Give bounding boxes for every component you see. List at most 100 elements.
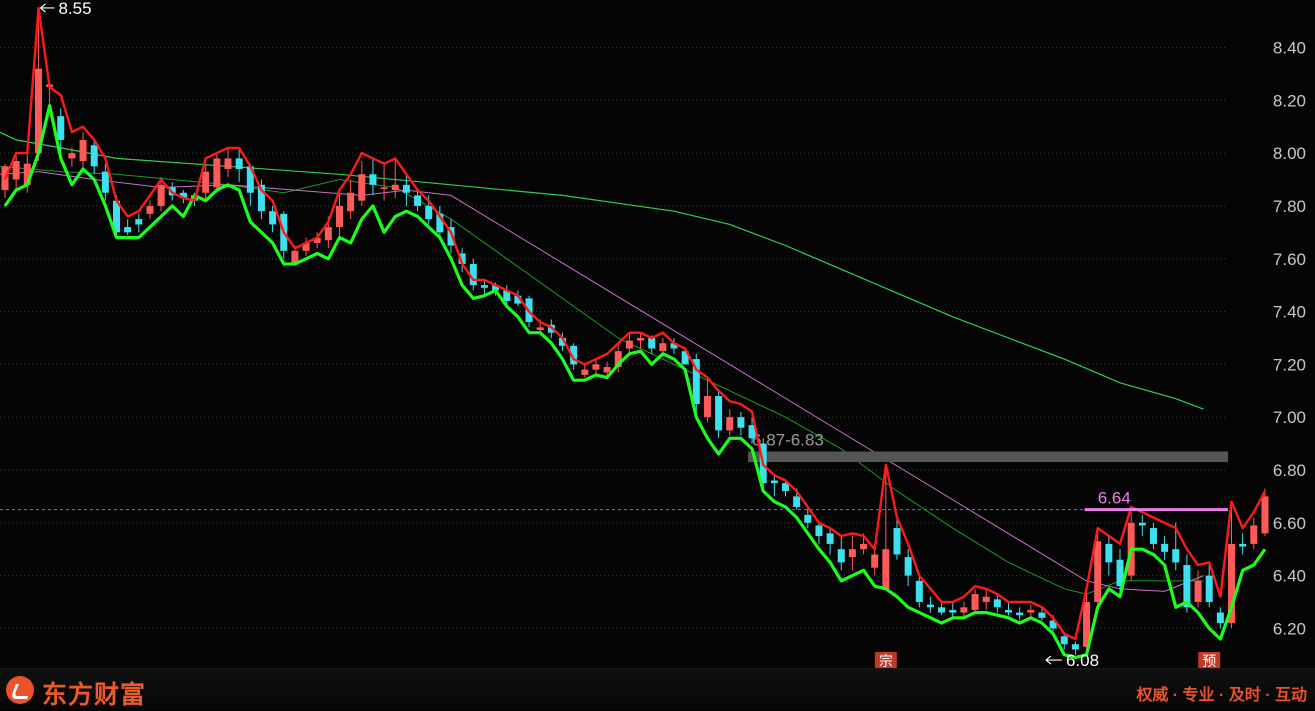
eastmoney-logo-icon bbox=[6, 676, 34, 704]
candle-body bbox=[1138, 522, 1146, 526]
y-tick-label: 7.40 bbox=[1273, 303, 1306, 322]
gridlines bbox=[0, 47, 1228, 629]
high-arrow bbox=[40, 3, 55, 13]
candle-body bbox=[1239, 543, 1247, 547]
event-marker-label: 宗 bbox=[879, 653, 893, 668]
candle-body bbox=[770, 480, 778, 484]
candle-body bbox=[1216, 612, 1224, 624]
pink-level-label: 6.64 bbox=[1098, 489, 1131, 508]
candle-body bbox=[213, 158, 221, 188]
candle-body bbox=[882, 549, 890, 589]
candle-body bbox=[1261, 496, 1269, 534]
candle-body bbox=[124, 227, 132, 233]
candle-body bbox=[625, 340, 633, 349]
low-arrow bbox=[1045, 655, 1062, 665]
candle-body bbox=[592, 364, 600, 370]
candle-body bbox=[1016, 612, 1024, 616]
y-axis: 8.40 8.20 8.00 7.80 7.60 7.40 7.20 7.00 6.80 6.60… bbox=[1273, 39, 1306, 639]
candle-body bbox=[1194, 580, 1202, 602]
candle-body bbox=[726, 417, 734, 431]
candle-body bbox=[1060, 636, 1068, 645]
candle-body bbox=[971, 594, 979, 610]
candle-body bbox=[793, 496, 801, 507]
candle-body bbox=[1250, 525, 1258, 544]
candle-body bbox=[848, 549, 856, 558]
candle-body bbox=[949, 609, 957, 613]
candle-body bbox=[358, 174, 366, 201]
candle-body bbox=[1172, 549, 1180, 563]
candle-body bbox=[837, 549, 845, 563]
candle-body bbox=[224, 158, 232, 169]
candle-body bbox=[347, 192, 355, 212]
candle-body bbox=[79, 139, 87, 162]
candle-body bbox=[603, 367, 611, 373]
ma-long-line bbox=[0, 131, 1204, 410]
candle-body bbox=[904, 557, 912, 576]
candle-body bbox=[1071, 644, 1079, 650]
moving-averages bbox=[0, 131, 1204, 595]
candle-body bbox=[235, 158, 243, 169]
ma-mid-line bbox=[0, 165, 1204, 595]
annotations: 6.64 8.55 6.08 宗 预 bbox=[40, 0, 1228, 668]
y-tick-label: 7.20 bbox=[1273, 355, 1306, 374]
high-label: 8.55 bbox=[58, 0, 91, 18]
brand-name: 东方财富 bbox=[42, 681, 147, 709]
y-tick-label: 6.40 bbox=[1273, 567, 1306, 586]
candle-body bbox=[1005, 609, 1012, 613]
candle-body bbox=[402, 184, 410, 193]
candle-body bbox=[425, 205, 433, 220]
candle-body bbox=[926, 604, 934, 608]
candle-body bbox=[101, 171, 109, 193]
ma-short-line bbox=[0, 171, 1204, 592]
candle-body bbox=[815, 525, 823, 536]
candle-body bbox=[536, 327, 544, 331]
candle-body bbox=[68, 153, 76, 159]
y-tick-label: 8.40 bbox=[1273, 39, 1306, 58]
candle-body bbox=[703, 396, 711, 418]
candle-body bbox=[90, 145, 98, 167]
candle-body bbox=[960, 607, 968, 613]
zone-band bbox=[748, 451, 1228, 463]
candle-body bbox=[637, 337, 645, 341]
candle-body bbox=[336, 205, 343, 228]
candle-body bbox=[414, 195, 422, 206]
candles bbox=[1, 7, 1269, 655]
y-tick-label: 8.20 bbox=[1273, 91, 1306, 110]
candle-body bbox=[893, 528, 901, 555]
y-tick-label: 7.80 bbox=[1273, 197, 1306, 216]
candlestick-chart: 6.87-6.83 6.64 8.55 6.08 宗 预 8.40 8.20 8.00 7.8… bbox=[0, 0, 1315, 668]
candle-body bbox=[915, 580, 923, 602]
y-tick-label: 6.20 bbox=[1273, 619, 1306, 638]
candle-body bbox=[826, 533, 834, 544]
candle-body bbox=[804, 514, 812, 523]
candle-body bbox=[737, 417, 745, 428]
candle-body bbox=[1149, 528, 1157, 544]
candle-body bbox=[1094, 541, 1102, 602]
candle-body bbox=[157, 184, 165, 206]
low-label: 6.08 bbox=[1066, 651, 1099, 668]
candle-body bbox=[1205, 575, 1213, 602]
candle-body bbox=[938, 607, 946, 613]
candle-body bbox=[1105, 543, 1113, 563]
candle-body bbox=[135, 219, 143, 225]
event-marker-label: 预 bbox=[1202, 653, 1216, 668]
candle-body bbox=[871, 554, 879, 568]
candle-body bbox=[369, 174, 377, 185]
y-tick-label: 6.80 bbox=[1273, 461, 1306, 480]
candle-body bbox=[57, 116, 65, 140]
candle-body bbox=[993, 599, 1001, 608]
candle-body bbox=[12, 161, 20, 180]
brand-slogan: 权威 · 专业 · 及时 · 互动 bbox=[1136, 687, 1307, 704]
candle-body bbox=[860, 543, 868, 550]
upper-band-line bbox=[3, 6, 1267, 641]
y-tick-label: 7.60 bbox=[1273, 250, 1306, 269]
candle-body bbox=[380, 187, 388, 189]
candle-body bbox=[146, 205, 154, 214]
candle-body bbox=[1161, 543, 1169, 552]
footer-bar: 东方财富 权威 · 专业 · 及时 · 互动 bbox=[0, 668, 1315, 710]
price-zone: 6.87-6.83 bbox=[748, 430, 1228, 463]
candle-body bbox=[982, 596, 990, 602]
candle-body bbox=[391, 184, 399, 191]
candle-body bbox=[715, 396, 723, 431]
candle-body bbox=[1027, 609, 1035, 613]
